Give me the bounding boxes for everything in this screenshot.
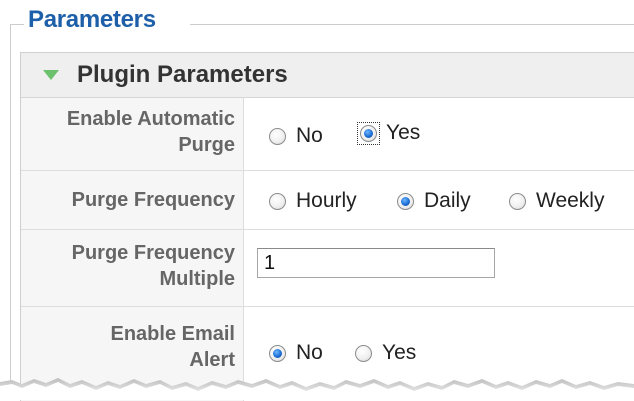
label-cell: Purge Frequency xyxy=(21,171,244,229)
radio-label: No xyxy=(296,124,323,147)
label-line: Purge xyxy=(178,134,235,156)
plugin-parameters-panel: Plugin Parameters Enable Automatic Purge… xyxy=(20,52,634,401)
focus-ring xyxy=(357,121,380,145)
label-cell: Purge Frequency Multiple xyxy=(21,230,244,306)
radio-label: Daily xyxy=(424,189,471,212)
triangle-down-icon[interactable] xyxy=(43,70,59,80)
radio-label: Hourly xyxy=(296,189,357,212)
purge-frequency-multiple-input[interactable] xyxy=(257,248,495,278)
label-purge-frequency: Purge Frequency xyxy=(71,189,235,211)
panel-title: Plugin Parameters xyxy=(77,61,288,88)
radio-label: Weekly xyxy=(536,189,605,212)
torn-paper-edge xyxy=(0,378,634,400)
row-purge-frequency-multiple: Purge Frequency Multiple xyxy=(21,230,634,307)
label-line: Enable Email xyxy=(110,323,236,345)
radio-option-hourly[interactable]: Hourly xyxy=(269,189,357,213)
fieldset-border-tick xyxy=(10,24,24,25)
radio-button[interactable] xyxy=(269,192,286,210)
label-purge-frequency-multiple: Purge Frequency Multiple xyxy=(25,240,235,292)
radio-button-selected[interactable] xyxy=(269,344,286,362)
radio-option-weekly[interactable]: Weekly xyxy=(509,189,604,213)
panel-header[interactable]: Plugin Parameters xyxy=(21,53,634,98)
radio-option-daily[interactable]: Daily xyxy=(397,189,471,213)
label-enable-automatic-purge: Enable Automatic Purge xyxy=(25,106,235,158)
label-line: Enable Automatic xyxy=(66,108,235,130)
fieldset-border-top xyxy=(190,24,634,25)
fieldset-border-left xyxy=(10,24,11,400)
row-purge-frequency: Purge Frequency Hourly Daily Weekly xyxy=(21,171,634,230)
radio-button[interactable] xyxy=(355,344,372,362)
radio-button[interactable] xyxy=(269,127,286,145)
row-enable-automatic-purge: Enable Automatic Purge No Yes xyxy=(21,98,634,171)
radio-option-auto-purge-no[interactable]: No xyxy=(269,124,323,148)
radio-option-auto-purge-yes[interactable]: Yes xyxy=(357,121,420,145)
fieldset-legend: Parameters xyxy=(28,6,156,33)
label-line: Multiple xyxy=(159,268,235,290)
radio-button[interactable] xyxy=(509,192,526,210)
radio-button-selected[interactable] xyxy=(360,124,377,142)
radio-label: Yes xyxy=(386,121,421,144)
label-cell: Enable Automatic Purge xyxy=(21,98,244,170)
label-line: Purge Frequency xyxy=(71,242,235,264)
radio-button-selected[interactable] xyxy=(397,192,414,210)
